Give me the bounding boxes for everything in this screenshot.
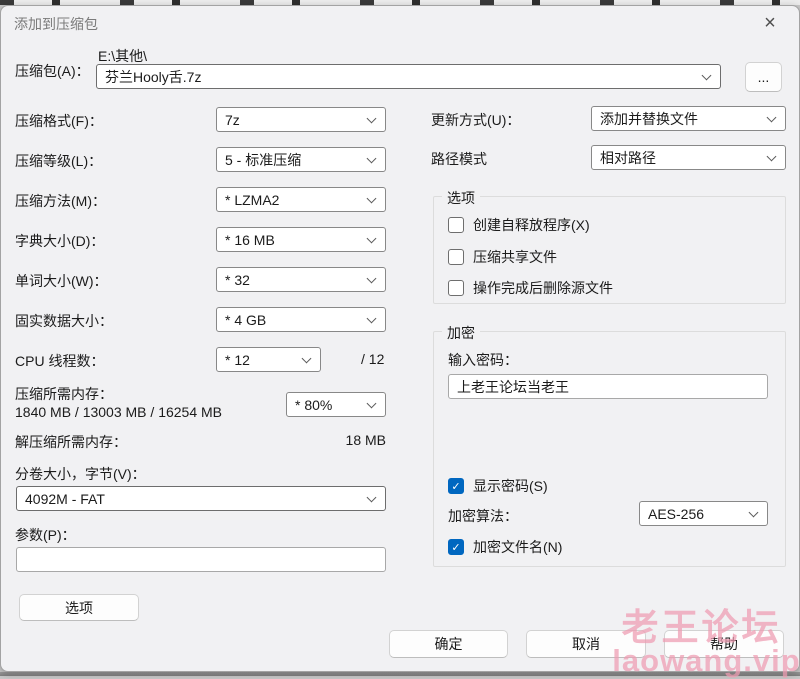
- checkbox-icon: [448, 539, 464, 555]
- cpu-threads-label: CPU 线程数：: [15, 353, 105, 369]
- solid-size-combobox[interactable]: * 4 GB: [216, 307, 386, 332]
- checkbox-encrypt-filenames[interactable]: 加密文件名(N): [448, 537, 562, 557]
- encryption-method-value: AES-256: [648, 505, 705, 522]
- chevron-down-icon: [766, 112, 777, 122]
- chevron-down-icon: [366, 492, 377, 502]
- cancel-button[interactable]: 取消: [526, 630, 646, 658]
- level-combobox[interactable]: 5 - 标准压缩: [216, 147, 386, 172]
- archive-path: E:\其他\: [98, 48, 148, 64]
- update-mode-combobox[interactable]: 添加并替换文件: [591, 106, 786, 131]
- memory-usage-label: 压缩所需内存：: [15, 386, 113, 402]
- chevron-down-icon: [366, 193, 377, 203]
- checkbox-delete-after[interactable]: 操作完成后删除源文件: [448, 278, 613, 298]
- cancel-button-label: 取消: [572, 636, 600, 652]
- chevron-down-icon: [366, 273, 377, 283]
- chevron-down-icon: [766, 151, 777, 161]
- ok-button-label: 确定: [434, 636, 463, 652]
- checkbox-delete-after-label: 操作完成后删除源文件: [473, 280, 613, 296]
- format-combobox[interactable]: 7z: [216, 107, 386, 132]
- split-volume-label: 分卷大小，字节(V)：: [15, 466, 146, 482]
- format-label: 压缩格式(F)：: [15, 113, 103, 129]
- checkbox-create-sfx-label: 创建自释放程序(X): [473, 217, 590, 233]
- password-label: 输入密码：: [448, 352, 518, 368]
- checkbox-icon: [448, 280, 464, 296]
- split-volume-combobox[interactable]: 4092M - FAT: [16, 486, 386, 511]
- checkbox-show-password-label: 显示密码(S): [473, 478, 548, 494]
- word-size-value: * 32: [225, 271, 250, 288]
- chevron-down-icon: [366, 398, 377, 408]
- dictionary-value: * 16 MB: [225, 231, 275, 248]
- chevron-down-icon: [366, 233, 377, 243]
- word-size-label: 单词大小(W)：: [15, 273, 108, 289]
- method-combobox[interactable]: * LZMA2: [216, 187, 386, 212]
- chevron-down-icon: [366, 153, 377, 163]
- path-mode-combobox[interactable]: 相对路径: [591, 145, 786, 170]
- word-size-combobox[interactable]: * 32: [216, 267, 386, 292]
- path-mode-label: 路径模式: [431, 151, 487, 167]
- cpu-threads-value: * 12: [225, 351, 250, 368]
- method-label: 压缩方法(M)：: [15, 193, 106, 209]
- checkbox-icon: [448, 478, 464, 494]
- close-icon[interactable]: ×: [753, 10, 787, 36]
- chevron-down-icon: [701, 70, 712, 80]
- level-label: 压缩等级(L)：: [15, 153, 103, 169]
- browse-button-label: ...: [757, 69, 770, 85]
- background-window-edge-bottom: [0, 672, 800, 676]
- chevron-down-icon: [748, 507, 759, 517]
- dialog-title: 添加到压缩包: [14, 16, 98, 32]
- password-value: 上老王论坛当老王: [457, 378, 569, 395]
- chevron-down-icon: [366, 113, 377, 123]
- help-button-label: 帮助: [710, 636, 738, 652]
- archive-name-combobox[interactable]: 芬兰Hooly舌.7z: [96, 64, 721, 89]
- path-mode-value: 相对路径: [600, 149, 656, 166]
- options-button[interactable]: 选项: [19, 594, 139, 621]
- options-group-title: 选项: [442, 188, 480, 208]
- add-to-archive-dialog: 添加到压缩包 × 压缩包(A)： E:\其他\ 芬兰Hooly舌.7z ... …: [0, 5, 800, 678]
- checkbox-icon: [448, 249, 464, 265]
- update-mode-label: 更新方式(U)：: [431, 112, 521, 128]
- chevron-down-icon: [301, 353, 312, 363]
- password-input[interactable]: 上老王论坛当老王: [448, 374, 768, 399]
- split-volume-value: 4092M - FAT: [25, 490, 105, 507]
- dictionary-label: 字典大小(D)：: [15, 233, 105, 249]
- level-value: 5 - 标准压缩: [225, 151, 302, 168]
- chevron-down-icon: [366, 313, 377, 323]
- encryption-group-title: 加密: [442, 323, 480, 343]
- encryption-method-label: 加密算法：: [448, 508, 518, 524]
- checkbox-compress-shared-label: 压缩共享文件: [473, 249, 557, 265]
- format-value: 7z: [225, 111, 240, 128]
- parameters-input[interactable]: [16, 547, 386, 572]
- encryption-method-combobox[interactable]: AES-256: [639, 501, 768, 526]
- memory-usage-combobox[interactable]: * 80%: [286, 392, 386, 417]
- solid-size-value: * 4 GB: [225, 311, 267, 328]
- solid-size-label: 固实数据大小：: [15, 313, 113, 329]
- checkbox-encrypt-filenames-label: 加密文件名(N): [473, 539, 563, 555]
- ok-button[interactable]: 确定: [389, 630, 508, 658]
- decompress-memory-label: 解压缩所需内存：: [15, 434, 127, 450]
- checkbox-compress-shared[interactable]: 压缩共享文件: [448, 247, 557, 267]
- parameters-label: 参数(P)：: [15, 527, 76, 543]
- decompress-memory-value: 18 MB: [345, 432, 386, 448]
- cpu-threads-combobox[interactable]: * 12: [216, 347, 321, 372]
- options-button-label: 选项: [65, 599, 93, 616]
- dictionary-combobox[interactable]: * 16 MB: [216, 227, 386, 252]
- memory-usage-value: * 80%: [295, 396, 333, 413]
- checkbox-create-sfx[interactable]: 创建自释放程序(X): [448, 215, 590, 235]
- archive-label: 压缩包(A)：: [15, 63, 90, 79]
- memory-usage-detail: 1840 MB / 13003 MB / 16254 MB: [15, 404, 223, 420]
- checkbox-icon: [448, 217, 464, 233]
- update-mode-value: 添加并替换文件: [600, 110, 698, 127]
- cpu-threads-max: / 12: [361, 351, 385, 367]
- browse-button[interactable]: ...: [745, 62, 782, 92]
- help-button[interactable]: 帮助: [664, 630, 784, 658]
- checkbox-show-password[interactable]: 显示密码(S): [448, 476, 548, 496]
- archive-name-value: 芬兰Hooly舌.7z: [105, 68, 202, 85]
- method-value: * LZMA2: [225, 191, 280, 208]
